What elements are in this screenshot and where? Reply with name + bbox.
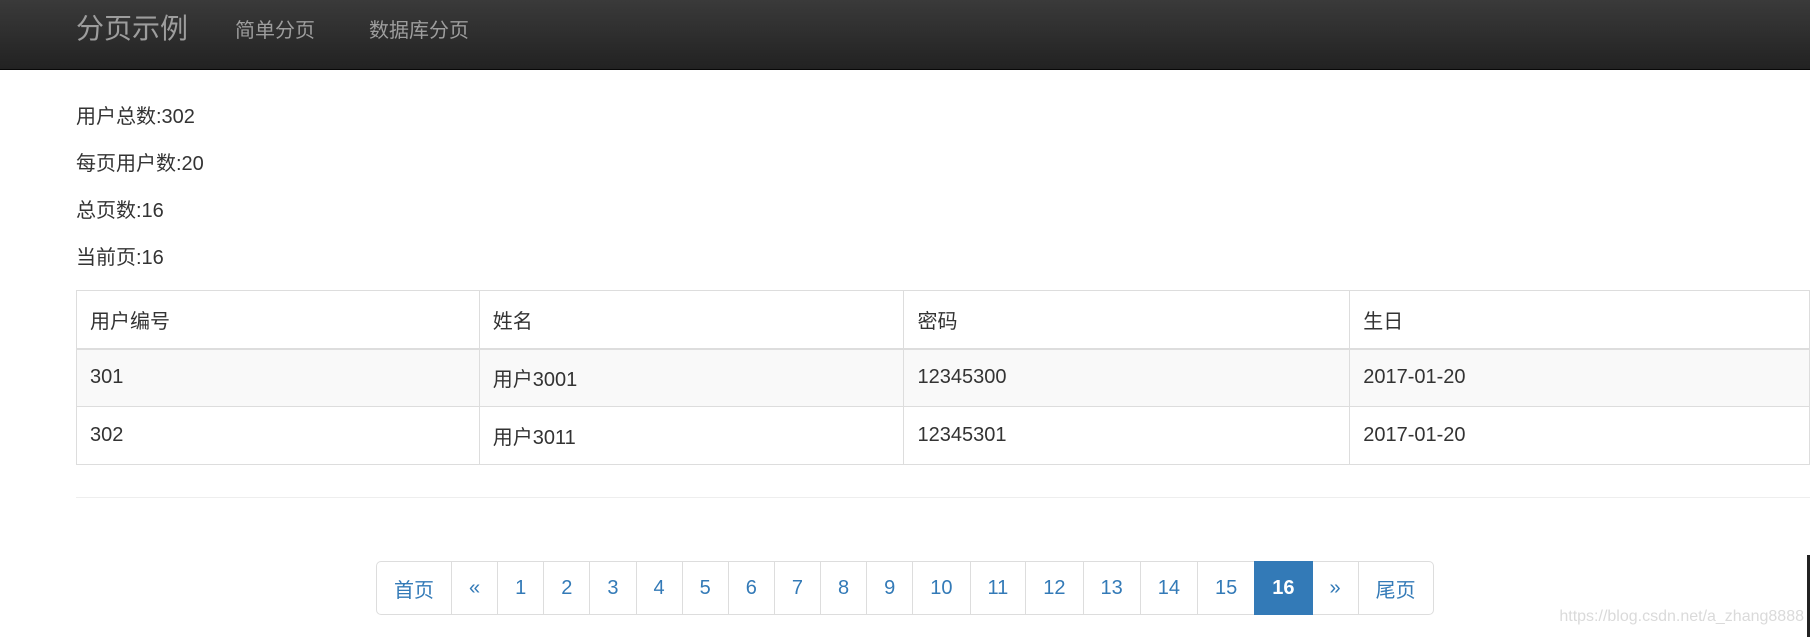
header-birthday: 生日 [1349,290,1810,350]
total-users-stat: 用户总数:302 [76,106,195,128]
table-header-row: 用户编号 姓名 密码 生日 [76,290,1810,350]
page-button-1[interactable]: 1 [497,561,545,615]
page-button-12[interactable]: 12 [1025,561,1084,615]
header-user-id: 用户编号 [76,290,480,350]
nav-database-pagination[interactable]: 数据库分页 [369,19,469,43]
cell-birthday: 2017-01-20 [1349,348,1810,407]
cell-birthday: 2017-01-20 [1349,406,1810,465]
cell-password: 12345301 [903,406,1351,465]
prev-page-button[interactable]: « [451,561,499,615]
page-button-7[interactable]: 7 [773,561,821,615]
page-button-5[interactable]: 5 [681,561,729,615]
divider [76,497,1810,498]
page-button-14[interactable]: 14 [1139,561,1199,615]
cell-password: 12345300 [903,348,1351,407]
user-table: 用户编号 姓名 密码 生日 301 用户3001 12345300 2017-0… [76,290,1810,465]
cell-name: 用户3011 [478,406,905,465]
page-button-15[interactable]: 15 [1197,561,1256,615]
page-button-4[interactable]: 4 [635,561,683,615]
total-pages-stat: 总页数:16 [76,200,164,222]
page-button-9[interactable]: 9 [866,561,914,615]
page-button-10[interactable]: 10 [912,561,971,615]
page-button-13[interactable]: 13 [1082,561,1141,615]
nav-simple-pagination[interactable]: 简单分页 [235,19,315,43]
page-button-16-active[interactable]: 16 [1254,561,1313,615]
header-password: 密码 [903,290,1351,350]
pagination: 首页 « 1 2 3 4 5 6 7 8 9 10 11 12 13 14 15… [376,561,1434,615]
table-row: 302 用户3011 12345301 2017-01-20 [76,406,1810,465]
brand-title[interactable]: 分页示例 [76,12,188,46]
first-page-button[interactable]: 首页 [376,561,452,615]
watermark: https://blog.csdn.net/a_zhang8888 [1559,608,1804,625]
cell-user-id: 301 [76,348,480,407]
table-row: 301 用户3001 12345300 2017-01-20 [76,348,1810,407]
page-button-3[interactable]: 3 [589,561,637,615]
current-page-stat: 当前页:16 [76,247,164,269]
cell-user-id: 302 [76,406,480,465]
page-button-6[interactable]: 6 [727,561,775,615]
page-button-2[interactable]: 2 [543,561,591,615]
cell-name: 用户3001 [478,348,905,407]
last-page-button[interactable]: 尾页 [1357,561,1434,615]
next-page-button[interactable]: » [1311,561,1359,615]
page-button-8[interactable]: 8 [820,561,868,615]
header-name: 姓名 [478,290,905,350]
navbar: 分页示例 简单分页 数据库分页 [0,0,1810,70]
per-page-stat: 每页用户数:20 [76,153,204,175]
page-button-11[interactable]: 11 [969,561,1027,615]
